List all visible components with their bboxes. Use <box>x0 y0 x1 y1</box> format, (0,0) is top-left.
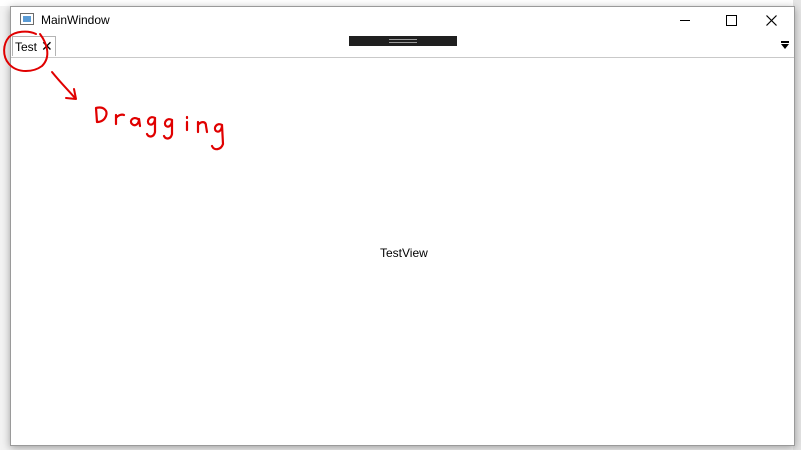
minimize-button[interactable] <box>662 7 708 33</box>
close-window-button[interactable] <box>748 7 794 33</box>
window-app-icon[interactable] <box>20 13 34 25</box>
title-bar[interactable]: MainWindow <box>11 7 794 33</box>
window-title: MainWindow <box>41 13 110 27</box>
content-text: TestView <box>380 246 428 260</box>
tab-content-area: TestView <box>11 58 794 445</box>
tab-label: Test <box>15 40 38 54</box>
minimize-icon <box>680 19 690 21</box>
maximize-icon <box>725 14 737 26</box>
tab-test[interactable]: Test ✕ <box>12 36 56 56</box>
drag-handle[interactable] <box>349 36 457 46</box>
close-icon <box>765 14 777 26</box>
close-tab-icon[interactable]: ✕ <box>41 38 53 54</box>
tab-overflow-dropdown-icon[interactable] <box>780 39 790 51</box>
tab-strip: Test ✕ <box>11 33 794 58</box>
main-window: MainWindow Test ✕ TestView <box>10 6 795 446</box>
